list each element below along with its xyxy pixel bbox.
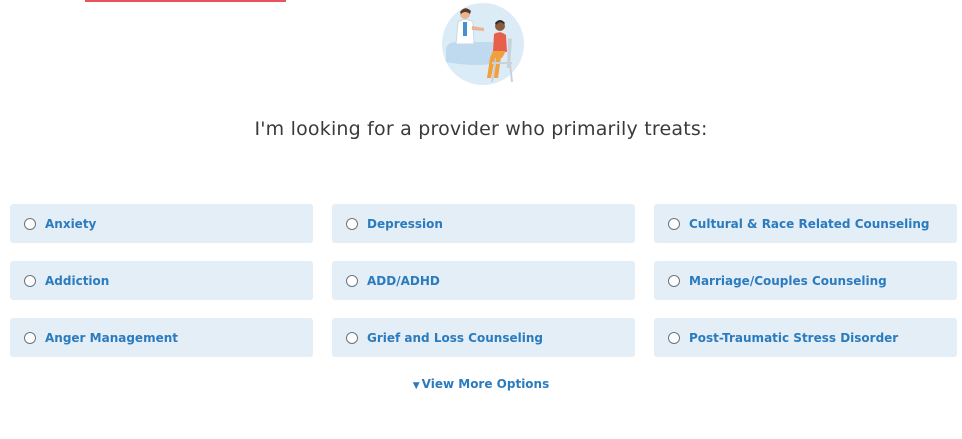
radio-icon[interactable] [346, 217, 358, 230]
view-more-options-link[interactable]: ▼ View More Options [413, 377, 550, 391]
option-label: Anxiety [45, 216, 97, 231]
caret-down-icon: ▼ [412, 381, 420, 391]
radio-icon[interactable] [24, 331, 36, 344]
option-addiction[interactable]: Addiction [10, 261, 313, 300]
option-label: Grief and Loss Counseling [367, 330, 543, 345]
option-label: ADD/ADHD [367, 273, 440, 288]
top-accent-bar [85, 0, 286, 2]
option-post-traumatic-stress-disorder[interactable]: Post-Traumatic Stress Disorder [654, 318, 957, 357]
option-label: Addiction [45, 273, 110, 288]
radio-icon[interactable] [346, 331, 358, 344]
view-more-label: View More Options [421, 377, 550, 391]
option-marriage-couples-counseling[interactable]: Marriage/Couples Counseling [654, 261, 957, 300]
radio-icon[interactable] [24, 217, 36, 230]
radio-icon[interactable] [668, 217, 680, 230]
option-depression[interactable]: Depression [332, 204, 635, 243]
radio-icon[interactable] [668, 274, 680, 287]
radio-icon[interactable] [24, 274, 36, 287]
page-heading: I'm looking for a provider who primarily… [254, 118, 708, 140]
option-anger-management[interactable]: Anger Management [10, 318, 313, 357]
counseling-illustration [440, 2, 526, 86]
option-label: Post-Traumatic Stress Disorder [689, 330, 899, 345]
option-cultural-race-related-counseling[interactable]: Cultural & Race Related Counseling [654, 204, 957, 243]
option-add-adhd[interactable]: ADD/ADHD [332, 261, 635, 300]
option-label: Cultural & Race Related Counseling [689, 216, 930, 231]
option-label: Anger Management [45, 330, 178, 345]
option-label: Marriage/Couples Counseling [689, 273, 887, 288]
radio-icon[interactable] [668, 331, 680, 344]
option-anxiety[interactable]: Anxiety [10, 204, 313, 243]
view-more-container: ▼ View More Options [0, 377, 962, 391]
option-grief-and-loss-counseling[interactable]: Grief and Loss Counseling [332, 318, 635, 357]
option-label: Depression [367, 216, 443, 231]
radio-icon[interactable] [346, 274, 358, 287]
treatment-options-grid: Anxiety Depression Cultural & Race Relat… [10, 204, 957, 357]
